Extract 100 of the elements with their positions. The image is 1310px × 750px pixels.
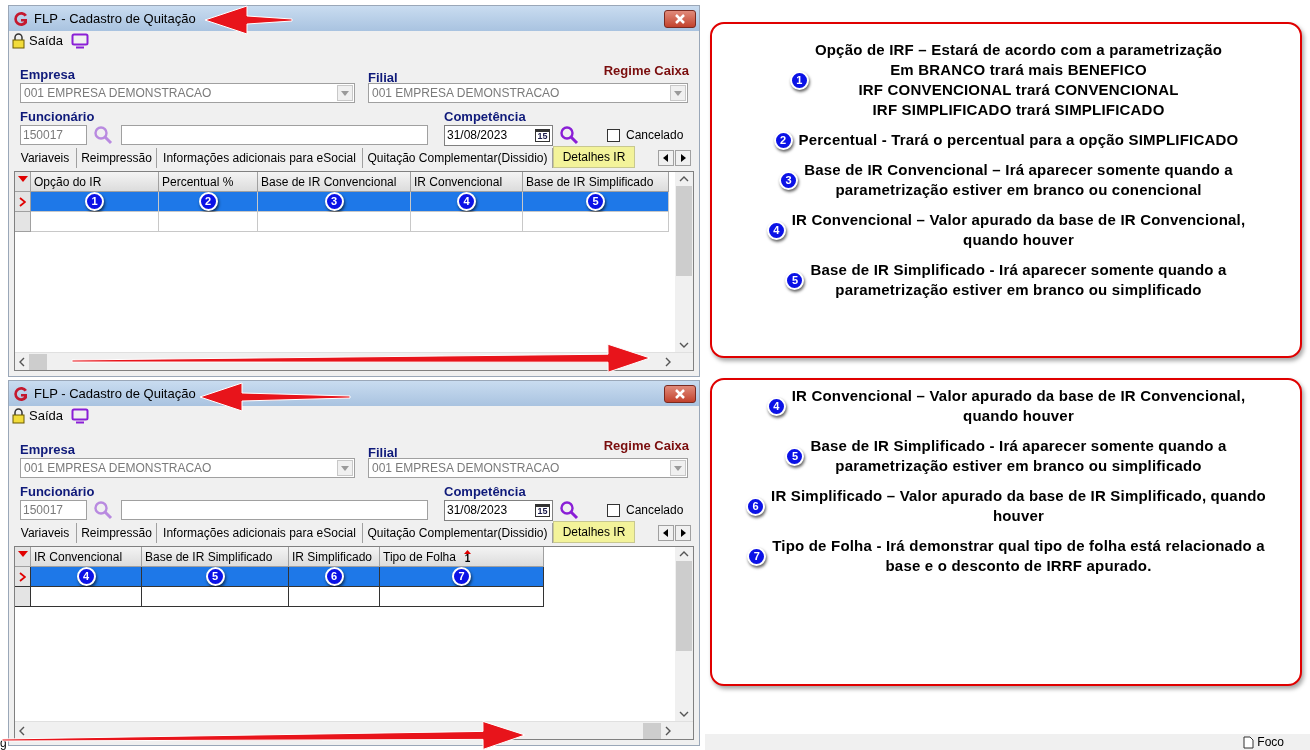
close-icon bbox=[674, 388, 686, 399]
code-field[interactable]: 150017 bbox=[20, 125, 87, 145]
number-badge: 4 bbox=[766, 396, 786, 416]
lock-icon bbox=[12, 33, 25, 49]
checkbox[interactable] bbox=[607, 128, 620, 142]
callout-text: Percentual - Trará o percentual para a opção SIMPLIFICADO bbox=[798, 130, 1239, 150]
checkbox[interactable] bbox=[607, 503, 620, 517]
number-badge: 5 bbox=[205, 567, 225, 586]
number-badge: 7 bbox=[747, 546, 767, 566]
callout-text: IR Convencional – Valor apurado da base de IR Convencional, quando houver bbox=[791, 386, 1246, 426]
scroll-left-icon[interactable] bbox=[658, 525, 674, 541]
dropdown-field[interactable]: 001 EMPRESA DEMONSTRACAO bbox=[20, 83, 355, 103]
lock-icon bbox=[12, 408, 25, 424]
number-badge: 6 bbox=[746, 496, 765, 516]
vertical-scrollbar[interactable] bbox=[675, 172, 693, 352]
monitor-icon[interactable] bbox=[71, 408, 89, 424]
dropdown-field[interactable]: 001 EMPRESA DEMONSTRACAO bbox=[368, 83, 688, 103]
dropdown-field[interactable]: 001 EMPRESA DEMONSTRACAO bbox=[20, 458, 355, 478]
logo-icon bbox=[12, 384, 30, 403]
callout-text: Base de IR Simplificado - Irá aparecer somente quando a parametrização estiver em branco ou simplificado bbox=[810, 436, 1227, 476]
caret-icon bbox=[341, 465, 349, 471]
caret-icon bbox=[341, 90, 349, 96]
number-badge: 5 bbox=[785, 446, 805, 466]
code-field[interactable]: 150017 bbox=[20, 500, 87, 520]
scroll-thumb[interactable] bbox=[676, 561, 692, 651]
close-button[interactable] bbox=[664, 384, 696, 403]
window-title: FLP - Cadastro de Quitação bbox=[34, 384, 196, 403]
pointer-icon bbox=[19, 196, 26, 207]
field-label: Filial bbox=[368, 446, 398, 459]
vertical-scrollbar[interactable] bbox=[675, 547, 693, 721]
number-badge: 3 bbox=[324, 192, 344, 211]
sort-icon bbox=[463, 549, 471, 554]
calendar-icon[interactable]: 15 bbox=[535, 128, 550, 142]
caret-icon bbox=[17, 551, 28, 557]
logo-icon bbox=[12, 9, 30, 28]
number-badge: 2 bbox=[198, 192, 218, 211]
regime-label: Regime Caixa bbox=[603, 439, 689, 452]
date-field[interactable]: 31/08/2023 15 bbox=[444, 124, 553, 146]
calendar-icon[interactable]: 15 bbox=[535, 503, 550, 517]
row-indicator[interactable] bbox=[15, 567, 31, 587]
name-field[interactable] bbox=[121, 125, 428, 145]
column-header[interactable]: Tipo de Folha 1 bbox=[380, 547, 544, 567]
column-header[interactable]: IR Simplificado bbox=[289, 547, 380, 567]
tab[interactable]: Detalhes IR bbox=[553, 146, 635, 168]
number-badge: 7 bbox=[452, 567, 471, 586]
document-icon[interactable] bbox=[1243, 735, 1255, 749]
dropdown-field[interactable]: 001 EMPRESA DEMONSTRACAO bbox=[368, 458, 688, 478]
field-label: Empresa bbox=[20, 443, 76, 456]
scroll-thumb[interactable] bbox=[29, 353, 47, 370]
caret-icon bbox=[674, 90, 682, 96]
number-badge: 4 bbox=[766, 220, 786, 240]
column-header[interactable]: IR Convencional bbox=[31, 547, 142, 567]
field-label: Filial bbox=[368, 71, 398, 84]
column-header[interactable]: Base de IR Simplificado bbox=[523, 172, 669, 192]
monitor-icon[interactable] bbox=[71, 33, 89, 49]
number-badge: 1 bbox=[789, 70, 809, 90]
close-button[interactable] bbox=[664, 9, 696, 28]
checkbox-label: Cancelado bbox=[626, 502, 684, 519]
row-indicator[interactable] bbox=[15, 587, 31, 607]
caret-icon bbox=[674, 465, 682, 471]
close-icon bbox=[674, 13, 686, 24]
callout-text: Base de IR Simplificado - Irá aparecer somente quando a parametrização estiver em branco ou simplificado bbox=[810, 260, 1227, 300]
tab[interactable]: Detalhes IR bbox=[553, 521, 635, 543]
name-field[interactable] bbox=[121, 500, 428, 520]
callout-text: Tipo de Folha - Irá demonstrar qual tipo de folha está relacionado a base e o desconto de IRRF apurado. bbox=[772, 536, 1265, 576]
column-header[interactable]: Base de IR Simplificado bbox=[142, 547, 289, 567]
pointer-icon bbox=[19, 571, 26, 582]
number-badge: 5 bbox=[586, 192, 605, 211]
number-badge: 1 bbox=[85, 192, 104, 211]
callout-text: IR Simplificado – Valor apurado da base de IR Simplificado, quando houver bbox=[771, 486, 1266, 526]
number-badge: 5 bbox=[785, 270, 805, 290]
column-header[interactable]: Percentual % bbox=[159, 172, 258, 192]
regime-label: Regime Caixa bbox=[603, 64, 689, 77]
exit-button[interactable]: Saída bbox=[12, 31, 63, 51]
exit-button[interactable]: Saída bbox=[12, 406, 63, 426]
window-title: FLP - Cadastro de Quitação bbox=[34, 9, 196, 28]
search-icon[interactable] bbox=[559, 500, 579, 520]
sort-indicator: 1 bbox=[463, 549, 471, 564]
number-badge: 2 bbox=[773, 130, 793, 150]
scroll-right-icon[interactable] bbox=[675, 525, 691, 541]
scroll-thumb[interactable] bbox=[676, 186, 692, 276]
search-icon[interactable] bbox=[559, 125, 579, 145]
scroll-right-icon[interactable] bbox=[675, 150, 691, 166]
field-label: Competência bbox=[444, 110, 526, 123]
field-label: Funcionário bbox=[20, 110, 96, 123]
field-label: Competência bbox=[444, 485, 526, 498]
scroll-left-icon[interactable] bbox=[658, 150, 674, 166]
date-field[interactable]: 31/08/2023 15 bbox=[444, 499, 553, 521]
number-badge: 4 bbox=[76, 567, 96, 586]
callout-text: IR Convencional – Valor apurado da base de IR Convencional, quando houver bbox=[791, 210, 1246, 250]
status-text: Foco bbox=[1257, 736, 1284, 748]
column-header[interactable]: Base de IR Convencional bbox=[258, 172, 411, 192]
number-badge: 4 bbox=[457, 192, 476, 211]
scroll-thumb[interactable] bbox=[643, 722, 661, 739]
callout-text: Base de IR Convencional – Irá aparecer somente quando a parametrização estiver em branco ou conencional bbox=[804, 160, 1233, 200]
number-badge: 6 bbox=[324, 567, 344, 586]
column-header[interactable]: IR Convencional bbox=[411, 172, 523, 192]
column-header[interactable]: Opção do IR bbox=[31, 172, 159, 192]
caret-icon bbox=[17, 176, 28, 182]
callout-text: Opção de IRF – Estará de acordo com a parametrização Em BRANCO trará mais BENEFICO IRF CONVENCIONAL trará CONVENCIONAL IRF SIMPLIFICADO trará SIMPLIFICADO bbox=[814, 40, 1223, 120]
